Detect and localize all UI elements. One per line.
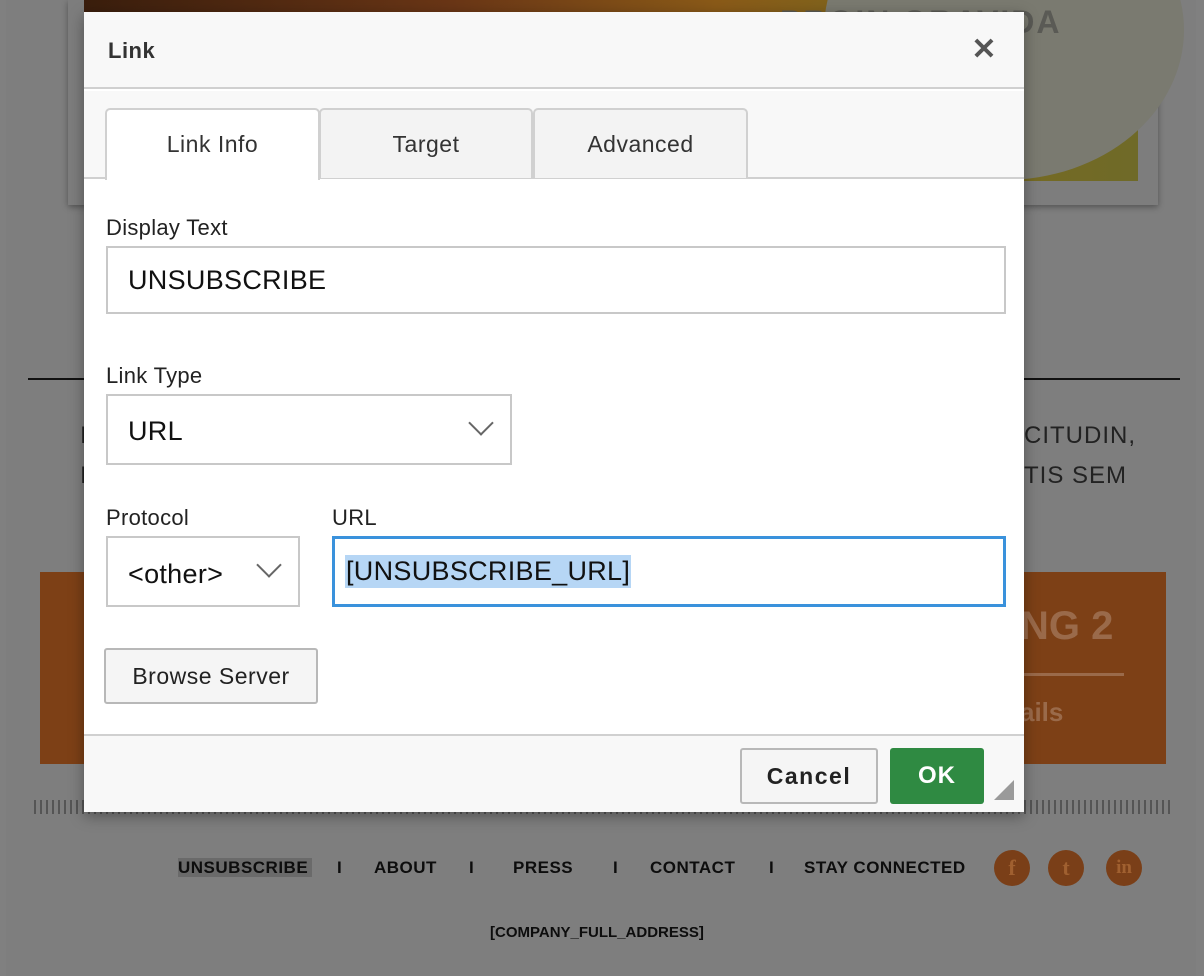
facebook-icon[interactable]: f: [994, 850, 1030, 886]
body-text-fragment: CITUDIN,: [1024, 422, 1136, 449]
promo-heading: NG 2: [1020, 604, 1114, 648]
promo-heading-rule: [1020, 673, 1124, 676]
footer-link-press[interactable]: PRESS: [513, 858, 573, 878]
display-text-label: Display Text: [106, 215, 228, 240]
resize-grip-icon[interactable]: [994, 780, 1014, 800]
dialog-footer: Cancel OK: [84, 734, 1024, 812]
tab-advanced[interactable]: Advanced: [533, 108, 748, 178]
dialog-header: Link ✕: [84, 12, 1024, 89]
footer-link-about[interactable]: ABOUT: [374, 858, 437, 878]
footer-link-unsubscribe[interactable]: UNSUBSCRIBE: [178, 858, 313, 878]
footer-separator: I: [769, 858, 774, 877]
display-text-input[interactable]: [106, 246, 1006, 314]
footer-separator: I: [337, 858, 342, 877]
url-input[interactable]: [UNSUBSCRIBE_URL]: [332, 536, 1006, 607]
url-selected-text: [UNSUBSCRIBE_URL]: [345, 555, 632, 588]
footer-link-contact[interactable]: CONTACT: [650, 858, 735, 878]
body-text-fragment: TIS SEM: [1024, 462, 1128, 489]
browse-server-button[interactable]: Browse Server: [104, 648, 318, 704]
cancel-button[interactable]: Cancel: [740, 748, 878, 804]
tab-strip: Link Info Target Advanced: [84, 91, 1024, 180]
footer-link-stay-connected[interactable]: STAY CONNECTED: [804, 858, 966, 878]
protocol-value: <other>: [128, 559, 224, 589]
twitter-icon[interactable]: t: [1048, 850, 1084, 886]
chevron-down-icon: [468, 410, 494, 436]
protocol-select[interactable]: <other>: [106, 536, 300, 607]
linkedin-icon[interactable]: in: [1106, 850, 1142, 886]
link-type-value: URL: [128, 416, 183, 446]
tab-target[interactable]: Target: [319, 108, 533, 178]
link-type-label: Link Type: [106, 363, 203, 388]
protocol-label: Protocol: [106, 505, 190, 530]
footer-link-unsubscribe-label: UNSUBSCRIBE: [178, 858, 313, 877]
link-type-select[interactable]: URL: [106, 394, 512, 465]
link-dialog: Link ✕ Link Info Target Advanced Display…: [84, 12, 1024, 812]
footer-separator: I: [613, 858, 618, 877]
company-address: [COMPANY_FULL_ADDRESS]: [490, 924, 704, 941]
footer-separator: I: [469, 858, 474, 877]
close-icon[interactable]: ✕: [968, 34, 1000, 66]
dialog-title: Link: [108, 38, 156, 63]
url-label: URL: [332, 505, 377, 530]
promo-details-link: ails: [1020, 697, 1064, 727]
tab-link-info[interactable]: Link Info: [105, 108, 320, 180]
ok-button[interactable]: OK: [890, 748, 984, 804]
chevron-down-icon: [256, 552, 282, 578]
